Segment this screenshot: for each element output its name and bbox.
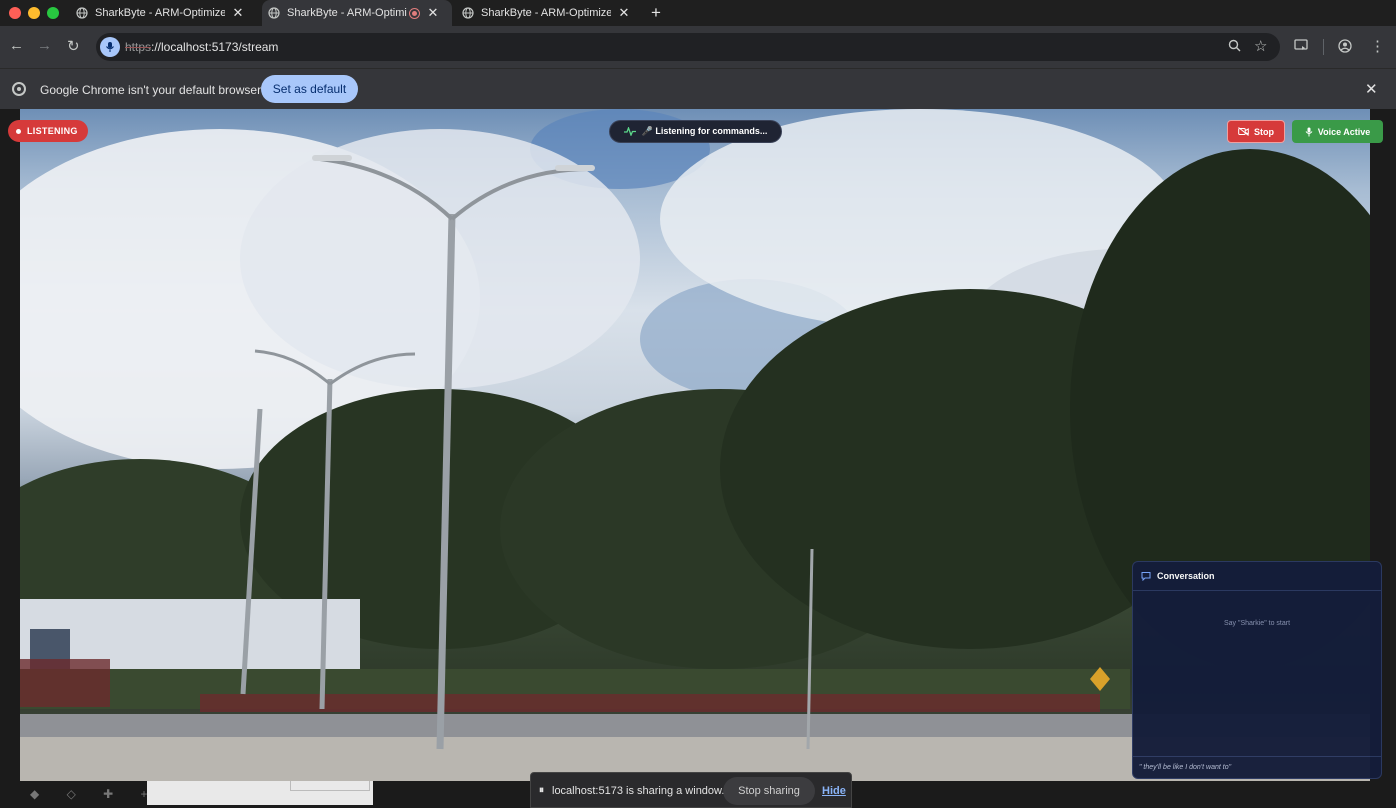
window-minimize-button[interactable] <box>28 7 40 19</box>
screen-share-bar: ⏸ localhost:5173 is sharing a window. St… <box>530 772 852 808</box>
video-off-icon <box>1238 127 1249 136</box>
microphone-in-use-icon[interactable] <box>100 37 120 57</box>
address-bar[interactable]: https://localhost:5173/stream ☆ <box>96 33 1280 61</box>
voice-active-button[interactable]: Voice Active <box>1292 120 1383 143</box>
voice-status-pill: 🎤 Listening for commands... <box>609 120 782 143</box>
conversation-panel: Conversation Say "Sharkie" to start " th… <box>1132 561 1382 779</box>
globe-icon <box>268 7 280 19</box>
tab-close-icon[interactable]: ✕ <box>231 5 245 21</box>
microphone-icon <box>1305 127 1313 136</box>
background-document-field <box>290 781 370 791</box>
share-status-text: localhost:5173 is sharing a window. <box>552 785 725 797</box>
back-arrow-icon[interactable]: ← <box>9 37 24 54</box>
browser-window: SharkByte - ARM-Optimized ✕ SharkByte - … <box>0 0 1396 808</box>
tab-title: SharkByte - ARM-Optimiz <box>287 7 407 19</box>
globe-icon <box>462 7 474 19</box>
stop-sharing-button[interactable]: Stop sharing <box>723 777 815 805</box>
toolbar: ← → ↻ https://localhost:5173/stream ☆ ⋮ <box>0 26 1396 68</box>
set-as-default-button[interactable]: Set as default <box>261 75 358 103</box>
page-content: LISTENING 🎤 Listening for commands... St… <box>0 109 1396 808</box>
profile-avatar-icon[interactable] <box>1338 39 1352 56</box>
url-scheme: https <box>125 40 152 54</box>
hide-share-bar-link[interactable]: Hide <box>822 785 846 797</box>
activity-pulse-icon <box>623 127 636 136</box>
conversation-empty-hint: Say "Sharkie" to start <box>1223 620 1291 627</box>
chrome-logo-icon <box>12 82 26 96</box>
tab-close-icon[interactable]: ✕ <box>617 5 631 21</box>
default-browser-infobar: Google Chrome isn't your default browser… <box>0 68 1396 109</box>
tab-close-icon[interactable]: ✕ <box>426 5 440 21</box>
url-text[interactable]: https://localhost:5173/stream <box>125 40 278 54</box>
window-maximize-button[interactable] <box>47 7 59 19</box>
background-dock-icons: ◆ ◇ ✚ + <box>30 787 160 801</box>
tab-strip: SharkByte - ARM-Optimized ✕ SharkByte - … <box>0 0 1396 26</box>
tab-1[interactable]: SharkByte - ARM-Optimized ✕ <box>70 0 260 26</box>
background-document-window <box>147 781 373 805</box>
pause-icon: ⏸ <box>539 785 544 796</box>
infobar-message: Google Chrome isn't your default browser <box>40 83 262 97</box>
recording-dot-icon <box>16 128 21 134</box>
conversation-title: Conversation <box>1157 571 1215 581</box>
url-path: ://localhost:5173/stream <box>151 40 279 54</box>
tab-title: SharkByte - ARM-Optimized <box>95 7 225 19</box>
zoom-search-icon[interactable] <box>1228 39 1241 55</box>
stop-stream-button[interactable]: Stop <box>1227 120 1285 143</box>
bookmark-star-icon[interactable]: ☆ <box>1254 37 1267 55</box>
tab-2-active[interactable]: SharkByte - ARM-Optimiz ✕ <box>262 0 452 26</box>
stop-button-label: Stop <box>1254 126 1274 137</box>
forward-arrow-icon[interactable]: → <box>37 37 52 54</box>
listening-status-badge: LISTENING <box>8 120 88 142</box>
voice-button-label: Voice Active <box>1317 126 1371 137</box>
tab-title: SharkByte - ARM-Optimized <box>481 7 611 19</box>
new-tab-button[interactable]: + <box>651 3 661 23</box>
reload-icon[interactable]: ↻ <box>67 37 80 55</box>
tab-3[interactable]: SharkByte - ARM-Optimized ✕ <box>456 0 646 26</box>
recording-indicator-icon <box>409 7 420 19</box>
globe-icon <box>76 7 88 19</box>
toolbar-divider <box>1323 39 1324 55</box>
listening-badge-label: LISTENING <box>27 126 78 136</box>
infobar-close-icon[interactable]: ✕ <box>1365 80 1378 98</box>
conversation-header: Conversation <box>1133 562 1381 591</box>
window-close-button[interactable] <box>9 7 21 19</box>
kebab-menu-icon[interactable]: ⋮ <box>1370 37 1385 55</box>
chat-bubble-icon <box>1141 572 1151 581</box>
voice-status-text: 🎤 Listening for commands... <box>641 126 768 136</box>
cast-media-icon[interactable] <box>1294 39 1308 55</box>
live-transcript: " they'll be like I don't want to" <box>1133 756 1381 778</box>
